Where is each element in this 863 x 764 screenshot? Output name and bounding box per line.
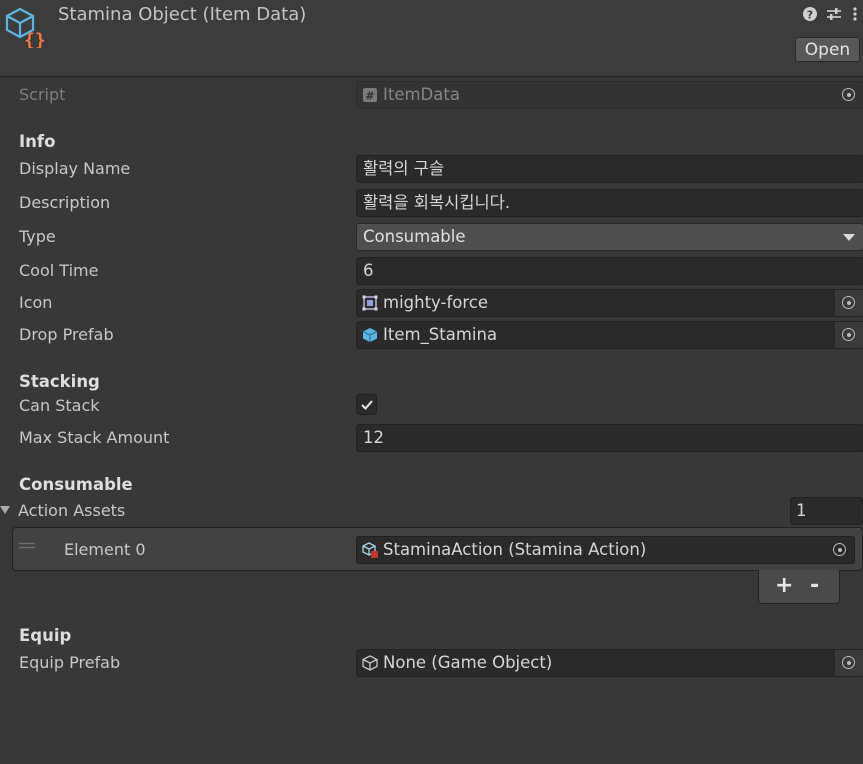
section-stacking: Stacking xyxy=(19,372,100,391)
script-value: ItemData xyxy=(383,85,460,104)
svg-text:?: ? xyxy=(807,9,813,22)
script-field: # ItemData xyxy=(356,81,863,109)
can-stack-label: Can Stack xyxy=(19,396,100,415)
equip-prefab-field[interactable]: None (Game Object) xyxy=(356,649,863,677)
chevron-down-icon xyxy=(843,234,855,241)
list-footer: + - xyxy=(758,570,840,604)
section-consumable: Consumable xyxy=(19,475,133,494)
drop-prefab-value: Item_Stamina xyxy=(383,325,498,344)
drop-prefab-field[interactable]: Item_Stamina xyxy=(356,321,863,349)
type-label: Type xyxy=(19,227,56,246)
cool-time-label: Cool Time xyxy=(19,261,99,280)
game-object-icon xyxy=(362,655,378,671)
drop-prefab-label: Drop Prefab xyxy=(19,325,114,344)
svg-text:{}: {} xyxy=(24,30,46,48)
can-stack-checkbox[interactable] xyxy=(356,394,377,415)
help-icon[interactable]: ? xyxy=(802,6,818,22)
csharp-script-icon: # xyxy=(363,88,377,103)
description-label: Description xyxy=(19,193,111,212)
equip-prefab-label: Equip Prefab xyxy=(19,653,121,672)
drag-handle-icon[interactable] xyxy=(19,542,35,550)
action-assets-label[interactable]: Action Assets xyxy=(18,501,125,520)
open-button[interactable]: Open xyxy=(795,37,860,62)
svg-text:#: # xyxy=(365,90,374,103)
add-element-button[interactable]: + xyxy=(775,573,793,598)
element-0-value: StaminaAction (Stamina Action) xyxy=(383,540,647,559)
type-dropdown[interactable]: Consumable xyxy=(356,223,863,251)
object-picker-icon[interactable] xyxy=(826,537,854,563)
action-assets-list: Element 0 StaminaAction (Stamina Action) xyxy=(12,527,863,571)
object-picker-icon[interactable] xyxy=(834,290,863,316)
display-name-label: Display Name xyxy=(19,159,131,178)
object-picker-icon[interactable] xyxy=(834,650,863,676)
max-stack-label: Max Stack Amount xyxy=(19,428,170,447)
inspector-header: {} Stamina Object (Item Data) ? Open xyxy=(0,0,863,77)
list-size-field[interactable]: 1 xyxy=(790,497,863,525)
type-value: Consumable xyxy=(363,227,466,246)
icon-field[interactable]: mighty-force xyxy=(356,289,863,317)
remove-element-button[interactable]: - xyxy=(810,573,819,598)
foldout-arrow-icon[interactable] xyxy=(0,505,10,515)
settings-sliders-icon[interactable] xyxy=(826,6,842,22)
section-info: Info xyxy=(19,132,56,151)
script-picker-icon xyxy=(835,82,863,108)
prefab-cube-icon xyxy=(362,328,378,342)
scriptable-object-icon xyxy=(362,542,378,558)
element-0-label: Element 0 xyxy=(64,540,146,559)
max-stack-field[interactable]: 12 xyxy=(356,424,863,452)
object-picker-icon[interactable] xyxy=(834,322,863,348)
equip-prefab-value: None (Game Object) xyxy=(383,653,553,672)
description-field[interactable]: 활력을 회복시킵니다. xyxy=(356,189,863,217)
script-label: Script xyxy=(19,85,66,104)
sprite-icon xyxy=(362,295,378,311)
icon-value: mighty-force xyxy=(383,293,489,312)
checkmark-icon xyxy=(361,400,373,410)
element-0-field[interactable]: StaminaAction (Stamina Action) xyxy=(356,536,855,564)
icon-label: Icon xyxy=(19,293,53,312)
kebab-menu-icon[interactable] xyxy=(850,6,860,22)
cool-time-field[interactable]: 6 xyxy=(356,257,863,285)
scriptable-object-icon: {} xyxy=(5,7,46,48)
inspector-title: Stamina Object (Item Data) xyxy=(58,4,307,25)
display-name-field[interactable]: 활력의 구슬 xyxy=(356,155,863,183)
section-equip: Equip xyxy=(19,626,72,645)
